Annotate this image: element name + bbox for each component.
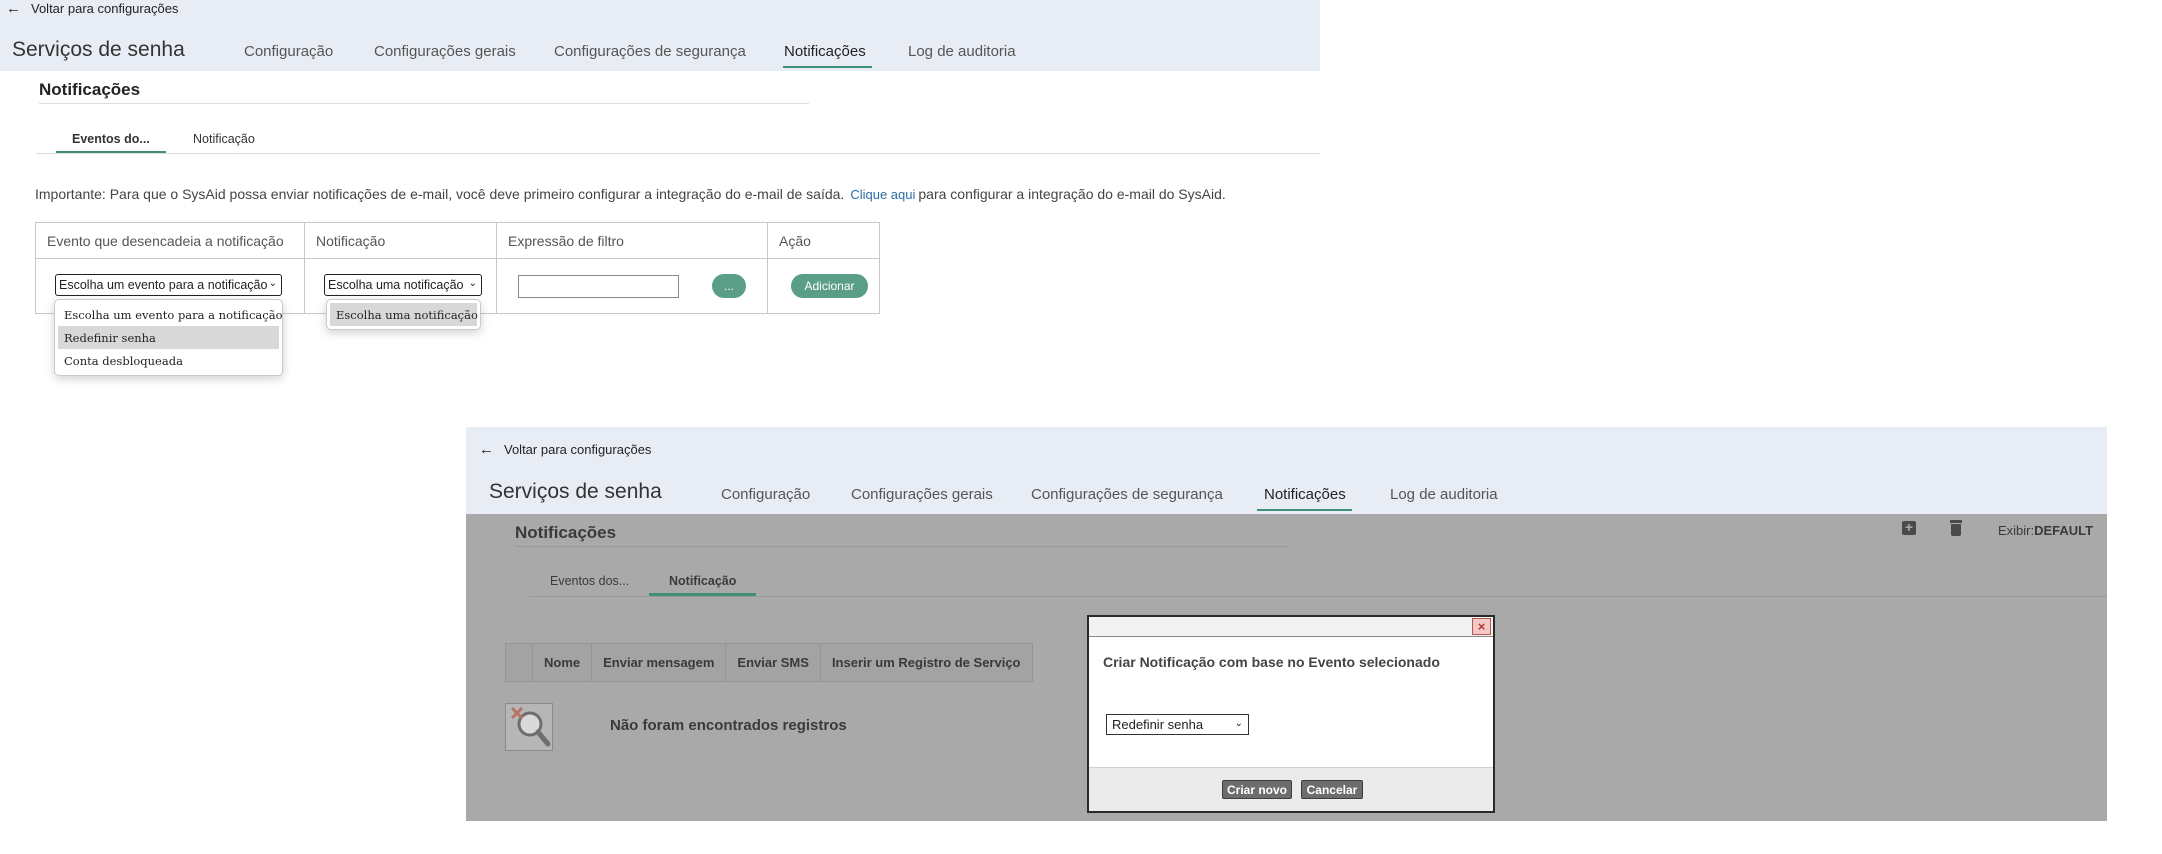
- email-integration-notice: Importante: Para que o SysAid possa envi…: [35, 186, 1226, 202]
- tab-configuracao[interactable]: Configuração: [244, 43, 333, 66]
- cell-action: Adicionar: [767, 258, 880, 314]
- back-label: Voltar para configurações: [504, 442, 652, 457]
- tab-configuracoes-gerais[interactable]: Configurações gerais: [851, 486, 993, 509]
- event-dropdown-list: Escolha um evento para a notificação Red…: [54, 299, 283, 376]
- create-notification-dialog: × Criar Notificação com base no Evento s…: [1087, 615, 1495, 813]
- notification-select-value: Escolha uma notificação: [328, 278, 464, 292]
- event-select[interactable]: Redefinir senha ⌄: [1106, 714, 1249, 735]
- chevron-down-icon: ⌄: [1234, 718, 1243, 729]
- col-header-action: Ação: [767, 222, 880, 259]
- no-records-message: Não foram encontrados registros: [610, 717, 847, 734]
- trash-icon[interactable]: [1950, 520, 1962, 536]
- notification-option-highlighted[interactable]: Escolha uma notificação: [330, 303, 478, 326]
- back-to-settings-link[interactable]: ← Voltar para configurações: [6, 1, 178, 16]
- col-header-event: Evento que desencadeia a notificação: [35, 222, 305, 259]
- tab-log-auditoria[interactable]: Log de auditoria: [1390, 486, 1498, 509]
- event-select-value: Escolha um evento para a notificação: [59, 278, 268, 292]
- app-title: Serviços de senha: [489, 480, 662, 503]
- dialog-title-bar: ×: [1089, 617, 1493, 637]
- chevron-down-icon: ⌄: [468, 278, 477, 289]
- event-option[interactable]: Escolha um evento para a notificação: [55, 303, 283, 326]
- grid-select-column[interactable]: [506, 644, 533, 681]
- back-label: Voltar para configurações: [31, 1, 179, 16]
- back-to-settings-link[interactable]: ← Voltar para configurações: [479, 442, 651, 457]
- notice-text: Importante: Para que o SysAid possa envi…: [35, 186, 845, 202]
- dialog-message: Criar Notificação com base no Evento sel…: [1103, 654, 1440, 670]
- col-header-filter: Expressão de filtro: [496, 222, 768, 259]
- view-label: Exibir:: [1998, 523, 2035, 538]
- filter-expression-input[interactable]: [518, 275, 679, 298]
- section-divider: [39, 103, 809, 104]
- subtab-divider: [529, 596, 2107, 597]
- subtab-eventos[interactable]: Eventos dos...: [550, 574, 629, 593]
- notice-text-end: para configurar a integração do e-mail d…: [918, 186, 1226, 202]
- cell-filter: ...: [496, 258, 768, 314]
- subtab-divider: [36, 153, 1320, 154]
- arrow-left-icon: ←: [6, 0, 21, 17]
- notification-select[interactable]: Escolha uma notificação ⌄: [324, 274, 482, 296]
- event-select-value: Redefinir senha: [1112, 717, 1204, 732]
- filter-builder-button[interactable]: ...: [712, 274, 746, 298]
- no-records-search-icon: [505, 703, 553, 751]
- add-icon[interactable]: +: [1902, 520, 1916, 535]
- subtab-notificacao[interactable]: Notificação: [649, 574, 757, 596]
- tab-configuracoes-seguranca[interactable]: Configurações de segurança: [554, 43, 746, 66]
- arrow-left-icon: ←: [479, 441, 494, 458]
- close-icon[interactable]: ×: [1472, 618, 1491, 635]
- notifications-dialog-panel: ← Voltar para configurações Serviços de …: [466, 427, 2107, 821]
- event-option[interactable]: Conta desbloqueada: [55, 349, 282, 372]
- tab-configuracoes-gerais[interactable]: Configurações gerais: [374, 43, 516, 66]
- chevron-down-icon: ⌄: [268, 278, 277, 289]
- subtab-eventos[interactable]: Eventos do...: [56, 132, 166, 154]
- col-header-notification: Notificação: [304, 222, 497, 259]
- view-value: DEFAULT: [2034, 523, 2094, 538]
- add-button[interactable]: Adicionar: [791, 274, 868, 298]
- tab-configuracao[interactable]: Configuração: [721, 486, 810, 509]
- event-option-highlighted[interactable]: Redefinir senha: [58, 326, 279, 349]
- section-title: Notificações: [515, 523, 617, 542]
- section-divider: [515, 546, 1289, 547]
- subtab-notificacao[interactable]: Notificação: [193, 132, 255, 151]
- dialog-footer: Criar novo Cancelar: [1089, 767, 1493, 811]
- app-title: Serviços de senha: [12, 38, 185, 61]
- cancel-button[interactable]: Cancelar: [1301, 780, 1363, 799]
- tab-notificacoes[interactable]: Notificações: [783, 43, 872, 68]
- tab-configuracoes-seguranca[interactable]: Configurações de segurança: [1031, 486, 1223, 509]
- col-header-enviar-mensagem[interactable]: Enviar mensagem: [592, 644, 727, 681]
- col-header-inserir-registro[interactable]: Inserir um Registro de Serviço: [821, 644, 1032, 681]
- notifications-grid-header: Nome Enviar mensagem Enviar SMS Inserir …: [505, 643, 1033, 682]
- tab-notificacoes[interactable]: Notificações: [1257, 486, 1352, 511]
- col-header-enviar-sms[interactable]: Enviar SMS: [726, 644, 821, 681]
- event-select[interactable]: Escolha um evento para a notificação ⌄: [55, 274, 282, 296]
- notification-events-panel: ← Voltar para configurações Serviços de …: [0, 0, 1320, 400]
- configure-email-link[interactable]: Clique aqui: [850, 187, 915, 202]
- notification-dropdown-list: Escolha uma notificação: [326, 299, 481, 330]
- col-header-nome[interactable]: Nome: [533, 644, 593, 681]
- view-selector[interactable]: Exibir:DEFAULT: [1998, 523, 2093, 538]
- section-title: Notificações: [39, 80, 141, 99]
- create-new-button[interactable]: Criar novo: [1222, 780, 1292, 799]
- tab-log-auditoria[interactable]: Log de auditoria: [908, 43, 1016, 66]
